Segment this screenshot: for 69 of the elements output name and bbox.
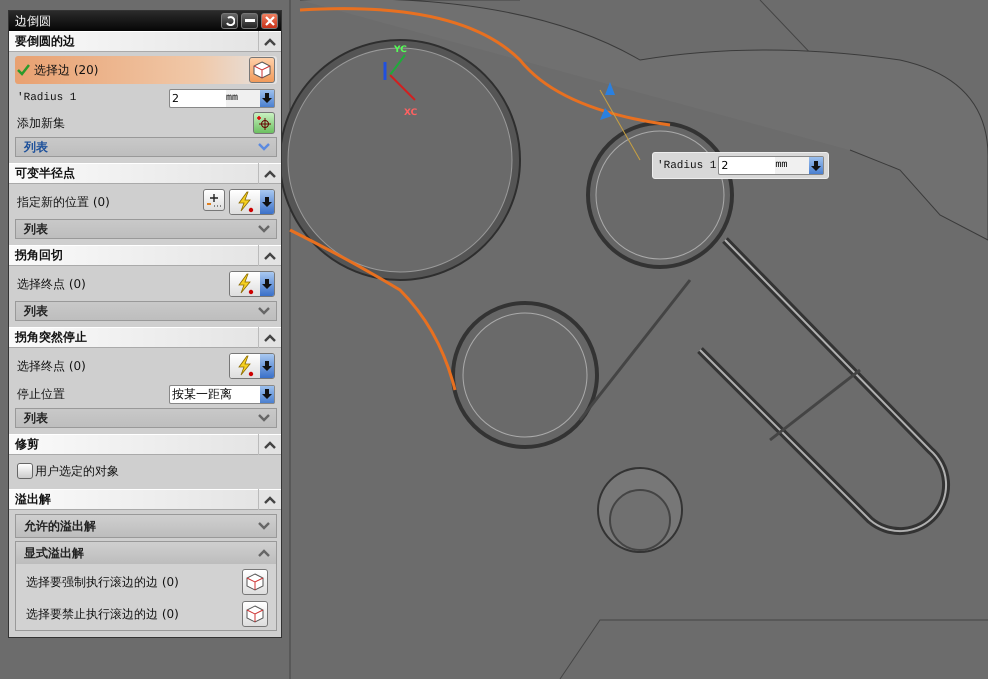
subgroup-header[interactable]: 显式溢出解 (16, 542, 276, 564)
radius-field[interactable]: 2 mm (169, 88, 275, 108)
chevron-icon (264, 440, 276, 448)
chevron-icon (258, 225, 270, 233)
axis-triad-icon (384, 54, 416, 101)
field-label: 'Radius 1 (657, 160, 716, 172)
cube-icon (253, 61, 271, 79)
reset-icon (224, 16, 234, 26)
down-arrow-icon (262, 361, 272, 371)
cube-icon (246, 573, 264, 591)
list-toggle[interactable]: 列表 (15, 137, 277, 157)
list-toggle[interactable]: 列表 (15, 408, 277, 428)
select-label: 选择终点 (0) (17, 276, 86, 292)
radius-field[interactable]: 2 mm (718, 156, 824, 175)
section-header[interactable]: 修剪 (9, 434, 281, 455)
chevron-icon (264, 496, 276, 504)
add-set-button[interactable] (253, 112, 275, 134)
close-button[interactable] (261, 13, 278, 29)
down-arrow-icon (262, 93, 272, 103)
minimize-icon (244, 19, 254, 23)
list-toggle[interactable]: 列表 (15, 301, 277, 321)
select-label: 选择要强制执行滚边的边 (0) (26, 574, 179, 590)
select-label: 选择要禁止执行滚边的边 (0) (26, 606, 179, 622)
chevron-icon (264, 252, 276, 260)
chevron-icon (258, 307, 270, 315)
select-object-button[interactable] (242, 601, 268, 627)
down-arrow-icon (262, 389, 272, 399)
checkbox[interactable] (17, 463, 33, 479)
snap-point-button[interactable] (229, 189, 275, 215)
stop-position-dropdown[interactable]: 按某一距离 (169, 384, 275, 404)
snap-point-button[interactable] (229, 353, 275, 379)
point-dialog-button[interactable] (203, 189, 225, 211)
chevron-icon (258, 522, 270, 530)
window-title: 边倒圆 (15, 12, 52, 30)
crosshair-plus-icon (256, 115, 272, 131)
select-object-button[interactable] (242, 569, 268, 595)
axis-label: XC (404, 108, 418, 118)
down-arrow-icon (262, 279, 272, 289)
minimize-button[interactable] (241, 13, 258, 29)
chevron-icon (264, 170, 276, 178)
chevron-icon (264, 334, 276, 342)
checkbox-label: 用户选定的对象 (35, 462, 119, 480)
list-toggle[interactable]: 列表 (15, 219, 277, 239)
section-header[interactable]: 可变半径点 (9, 163, 281, 184)
section-header[interactable]: 溢出解 (9, 489, 281, 510)
close-icon (264, 16, 274, 26)
down-arrow-icon (811, 160, 822, 170)
snap-point-button[interactable] (229, 271, 275, 297)
drag-handle-icon (600, 82, 615, 120)
section-header[interactable]: 要倒圆的边 (9, 31, 281, 52)
section-header[interactable]: 拐角回切 (9, 245, 281, 266)
select-label: 选择终点 (0) (17, 358, 86, 374)
add-set-label: 添加新集 (17, 114, 65, 132)
chevron-icon (258, 414, 270, 422)
chevron-icon (264, 38, 276, 46)
dropdown-label: 停止位置 (17, 386, 65, 402)
axis-label: YC (394, 45, 407, 55)
reset-button[interactable] (221, 13, 238, 29)
subgroup-header[interactable]: 允许的溢出解 (16, 515, 276, 537)
field-label: 'Radius 1 (17, 92, 76, 104)
select-object-button[interactable] (249, 57, 275, 83)
down-arrow-icon (262, 197, 272, 207)
chevron-icon (258, 549, 270, 557)
section-header[interactable]: 拐角突然停止 (9, 327, 281, 348)
select-label: 选择边 (20) (34, 62, 98, 78)
plus-point-icon (206, 192, 222, 208)
chevron-icon (258, 143, 270, 151)
select-label: 指定新的位置 (0) (17, 194, 110, 210)
cube-icon (246, 605, 264, 623)
